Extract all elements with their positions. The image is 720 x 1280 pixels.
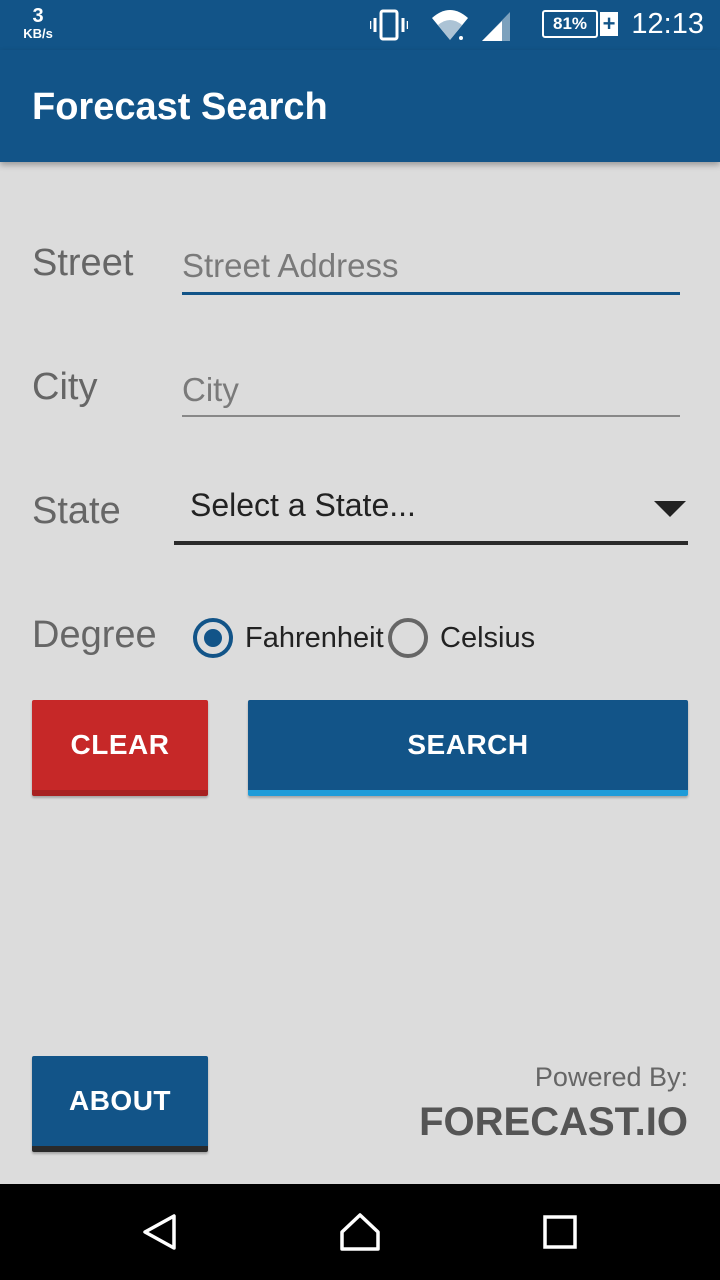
status-bar: 3 KB/s 81% + 12:13 bbox=[0, 0, 720, 50]
radio-unchecked-icon bbox=[388, 618, 428, 658]
city-label: City bbox=[32, 366, 98, 408]
dropdown-arrow-icon bbox=[654, 501, 686, 517]
radio-celsius[interactable]: Celsius bbox=[388, 618, 535, 658]
signal-icon bbox=[480, 10, 512, 47]
powered-by-label: Powered By: bbox=[534, 1062, 688, 1092]
about-button[interactable]: ABOUT bbox=[32, 1056, 208, 1152]
forecast-io-link[interactable]: FORECAST.IO bbox=[419, 1100, 688, 1145]
search-button[interactable]: SEARCH bbox=[248, 700, 688, 796]
street-input[interactable] bbox=[182, 241, 680, 291]
network-speed-value: 3 bbox=[32, 5, 44, 27]
radio-celsius-label: Celsius bbox=[440, 621, 536, 654]
charging-icon: + bbox=[600, 12, 618, 36]
clock: 12:13 bbox=[631, 8, 704, 40]
navigation-bar bbox=[0, 1184, 720, 1280]
recents-icon bbox=[543, 1215, 577, 1249]
street-label: Street bbox=[32, 242, 134, 284]
radio-checked-icon bbox=[193, 618, 233, 658]
back-button[interactable] bbox=[100, 1184, 220, 1280]
radio-fahrenheit-label: Fahrenheit bbox=[245, 621, 384, 654]
state-label: State bbox=[32, 490, 121, 532]
street-input-underline bbox=[182, 292, 680, 295]
battery-percent: 81% bbox=[542, 10, 598, 38]
vibrate-icon bbox=[368, 9, 410, 46]
city-input-underline bbox=[182, 415, 680, 417]
recents-button[interactable] bbox=[500, 1184, 620, 1280]
app-bar: Forecast Search bbox=[0, 50, 720, 162]
degree-label: Degree bbox=[32, 614, 157, 656]
battery-icon: 81% + bbox=[542, 10, 618, 38]
back-icon bbox=[143, 1214, 176, 1250]
state-dropdown-underline bbox=[174, 541, 688, 545]
page-title: Forecast Search bbox=[32, 86, 328, 128]
home-button[interactable] bbox=[300, 1184, 420, 1280]
state-selected-value: Select a State... bbox=[190, 487, 416, 523]
radio-fahrenheit[interactable]: Fahrenheit bbox=[193, 618, 384, 658]
state-dropdown[interactable]: Select a State... bbox=[174, 475, 688, 545]
wifi-icon bbox=[430, 8, 470, 47]
network-speed: 3 KB/s bbox=[18, 6, 58, 40]
home-icon bbox=[340, 1213, 380, 1251]
clear-button[interactable]: CLEAR bbox=[32, 700, 208, 796]
city-input[interactable] bbox=[182, 365, 680, 415]
network-speed-unit: KB/s bbox=[23, 26, 53, 41]
